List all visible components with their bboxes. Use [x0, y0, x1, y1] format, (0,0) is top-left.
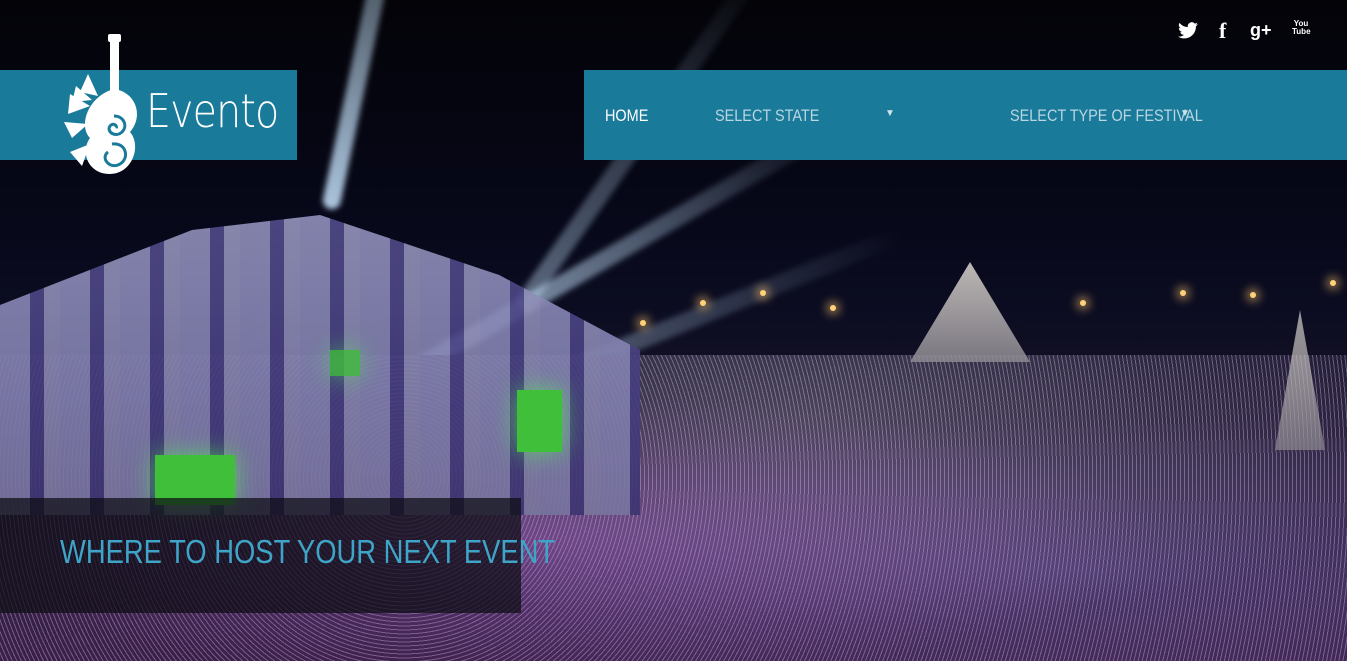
youtube-icon-label: You Tube — [1292, 19, 1311, 36]
chevron-down-icon[interactable]: ▼ — [1180, 108, 1190, 119]
brand-name[interactable]: Evento — [146, 84, 279, 138]
stage-screen — [330, 350, 360, 376]
google-plus-icon[interactable]: g+ — [1250, 20, 1272, 41]
city-light — [1250, 292, 1256, 298]
city-light — [1080, 300, 1086, 306]
city-light — [830, 305, 836, 311]
facebook-icon[interactable]: f — [1219, 18, 1226, 44]
nav-home[interactable]: HOME — [605, 106, 648, 126]
city-light — [760, 290, 766, 296]
select-festival-type-dropdown[interactable]: SELECT TYPE OF FESTIVAL — [1010, 106, 1203, 126]
city-light — [1330, 280, 1336, 286]
hero-caption: WHERE TO HOST YOUR NEXT EVENT — [60, 533, 556, 570]
guitar-logo-icon[interactable] — [58, 34, 148, 182]
city-light — [1180, 290, 1186, 296]
select-state-dropdown[interactable]: SELECT STATE — [715, 106, 819, 126]
twitter-icon[interactable] — [1178, 22, 1198, 39]
city-light — [640, 320, 646, 326]
main-navigation: HOME SELECT STATE ▼ SELECT TYPE OF FESTI… — [584, 70, 1347, 160]
youtube-icon[interactable]: You Tube — [1292, 19, 1311, 36]
stage-screen — [517, 390, 562, 452]
city-light — [700, 300, 706, 306]
chevron-down-icon[interactable]: ▼ — [885, 108, 895, 119]
